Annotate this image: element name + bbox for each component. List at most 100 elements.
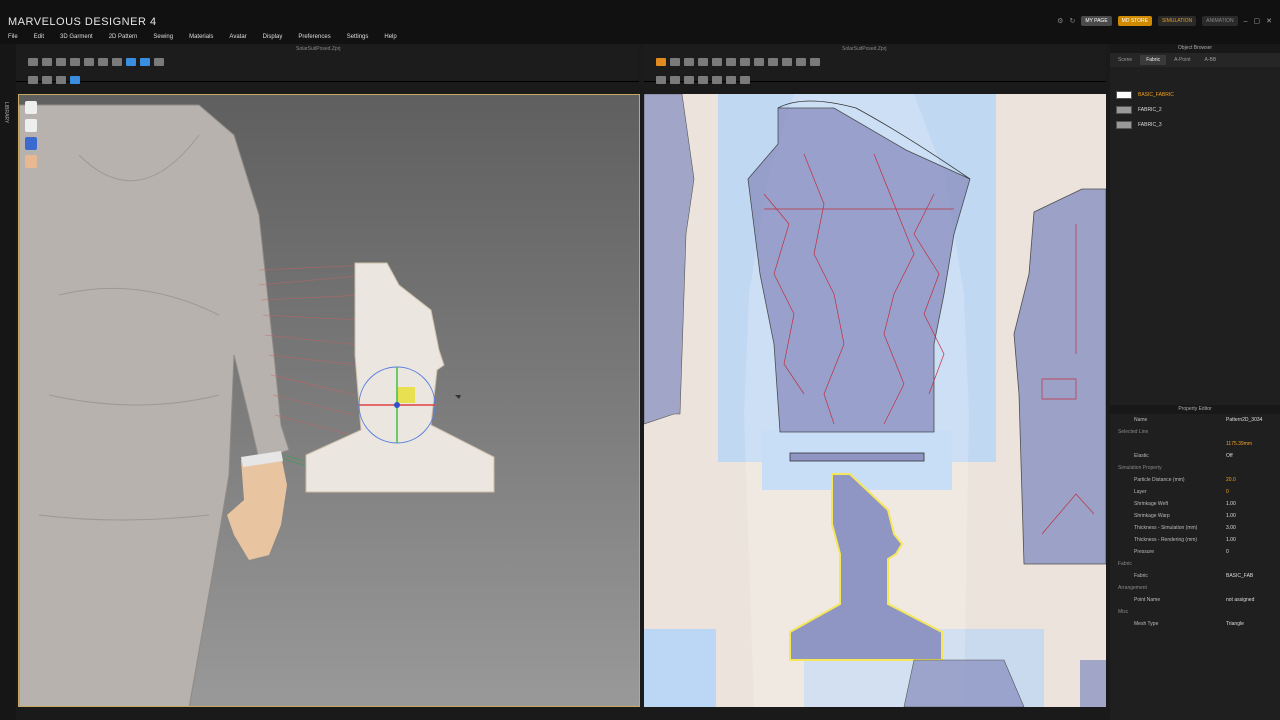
simulate-icon[interactable] xyxy=(656,58,666,66)
menu-materials[interactable]: Materials xyxy=(181,30,221,44)
refresh-icon[interactable]: ↻ xyxy=(1069,17,1075,25)
select-vertex-icon[interactable] xyxy=(56,58,66,66)
thickness-sim-field[interactable]: 3.00 xyxy=(1226,525,1266,531)
prop-thickness-render: Thickness - Rendering (mm) 1.00 xyxy=(1110,534,1280,546)
fabric-item-3[interactable]: FABRIC_3 xyxy=(1116,121,1280,129)
prop-name-value[interactable]: Pattern2D_3034 xyxy=(1226,417,1266,423)
prop-thickness-sim: Thickness - Simulation (mm) 3.00 xyxy=(1110,522,1280,534)
strain-icon[interactable] xyxy=(56,76,66,84)
texture-icon[interactable] xyxy=(70,76,80,84)
avatar-front-icon[interactable] xyxy=(25,101,37,114)
animation-mode-button[interactable]: ANIMATION xyxy=(1202,16,1238,26)
fabric-select[interactable]: BASIC_FAB xyxy=(1226,573,1266,579)
avatar-measure-icon[interactable] xyxy=(126,58,136,66)
fabric-item-2[interactable]: FABRIC_2 xyxy=(1116,106,1280,114)
avatar-side-icon[interactable] xyxy=(25,119,37,132)
edit-pattern-icon[interactable] xyxy=(684,58,694,66)
tab-scene[interactable]: Scene xyxy=(1112,55,1138,65)
rectangle-icon[interactable] xyxy=(740,58,750,66)
transform-pattern-icon[interactable] xyxy=(670,58,680,66)
add-point-icon[interactable] xyxy=(712,58,722,66)
pin-icon[interactable] xyxy=(112,58,122,66)
avatar-skin-icon[interactable] xyxy=(25,155,37,168)
menu-help[interactable]: Help xyxy=(376,30,404,44)
check-sewing-icon[interactable] xyxy=(698,76,708,84)
point-name-select[interactable]: not assigned xyxy=(1226,597,1266,603)
notch-icon[interactable] xyxy=(810,58,820,66)
settings-icon[interactable]: ⚙ xyxy=(1057,17,1063,25)
viewport-2d[interactable] xyxy=(644,94,1106,707)
garment-view-icon[interactable] xyxy=(25,137,37,150)
tab-fabric[interactable]: Fabric xyxy=(1140,55,1167,65)
shrinkage-weft-field[interactable]: 1.00 xyxy=(1226,501,1266,507)
dart-icon[interactable] xyxy=(782,58,792,66)
section-selected-line[interactable]: Selected Line xyxy=(1110,426,1280,438)
my-page-button[interactable]: MY PAGE xyxy=(1081,16,1112,26)
close-icon[interactable]: ✕ xyxy=(1266,17,1272,25)
menu-preferences[interactable]: Preferences xyxy=(290,30,338,44)
free-sewing-icon[interactable] xyxy=(670,76,680,84)
mesh-type-select[interactable]: Triangle xyxy=(1226,621,1266,627)
object-browser-tabs: Scene Fabric A-Point A-BB xyxy=(1110,53,1280,67)
layer-field[interactable]: 0 xyxy=(1226,489,1266,495)
menu-avatar[interactable]: Avatar xyxy=(221,30,254,44)
fabric-name: FABRIC_3 xyxy=(1138,122,1162,128)
draw-icon[interactable] xyxy=(154,58,164,66)
ellipse-icon[interactable] xyxy=(754,58,764,66)
camera-icon[interactable] xyxy=(28,76,38,84)
section-fabric[interactable]: Fabric xyxy=(1110,558,1280,570)
zoom-icon[interactable] xyxy=(740,76,750,84)
tab-a-point[interactable]: A-Point xyxy=(1168,55,1196,65)
polygon-icon[interactable] xyxy=(726,58,736,66)
fabric-item-basic[interactable]: BASIC_FABRIC xyxy=(1116,91,1280,99)
fold-arrangement-icon[interactable] xyxy=(70,58,80,66)
property-editor-title: Property Editor xyxy=(1110,405,1280,414)
section-misc[interactable]: Misc xyxy=(1110,606,1280,618)
menu-display[interactable]: Display xyxy=(255,30,291,44)
select-mesh-icon[interactable] xyxy=(42,58,52,66)
tab-a-bb[interactable]: A-BB xyxy=(1199,55,1223,65)
menu-3d-garment[interactable]: 3D Garment xyxy=(52,30,101,44)
thickness-render-field[interactable]: 1.00 xyxy=(1226,537,1266,543)
shrinkage-warp-field[interactable]: 1.00 xyxy=(1226,513,1266,519)
minimize-icon[interactable]: – xyxy=(1244,18,1248,25)
elastic-toggle[interactable]: Off xyxy=(1226,453,1266,459)
fabric-name: BASIC_FABRIC xyxy=(1138,92,1174,98)
avatar-scene xyxy=(19,104,495,706)
object-browser-title: Object Browser xyxy=(1110,44,1280,53)
section-simulation-property[interactable]: Simulation Property xyxy=(1110,462,1280,474)
texture-edit-icon[interactable] xyxy=(726,76,736,84)
toolbar-3d-row1 xyxy=(28,58,164,66)
select-move-icon[interactable] xyxy=(28,58,38,66)
fold-line-icon[interactable] xyxy=(712,76,722,84)
pressure-field[interactable]: 0 xyxy=(1226,549,1266,555)
avatar-side-icons xyxy=(25,101,37,168)
viewport-3d[interactable] xyxy=(18,94,640,707)
edit-sewing-icon[interactable] xyxy=(684,76,694,84)
trace-icon[interactable] xyxy=(796,58,806,66)
edit-curvature-icon[interactable] xyxy=(698,58,708,66)
md-store-button[interactable]: MD STORE xyxy=(1117,16,1152,26)
tack-icon[interactable] xyxy=(98,58,108,66)
menu-settings[interactable]: Settings xyxy=(339,30,377,44)
section-arrangement[interactable]: Arrangement xyxy=(1110,582,1280,594)
internal-polygon-icon[interactable] xyxy=(768,58,778,66)
right-panel: Object Browser Scene Fabric A-Point A-BB… xyxy=(1110,44,1280,720)
menu-file[interactable]: File xyxy=(0,30,26,44)
maximize-icon[interactable]: ▢ xyxy=(1254,17,1261,25)
fabric-name: FABRIC_2 xyxy=(1138,107,1162,113)
toolbar-2d: SolarSuitPosed.Zprj xyxy=(644,44,1106,84)
menu-edit[interactable]: Edit xyxy=(26,30,52,44)
view-icon[interactable] xyxy=(42,76,52,84)
menu-sewing[interactable]: Sewing xyxy=(145,30,181,44)
simulation-mode-button[interactable]: SIMULATION xyxy=(1157,16,1197,26)
prop-elastic: Elastic Off xyxy=(1110,450,1280,462)
prop-length-value[interactable]: 1175.39mm xyxy=(1226,441,1266,447)
prop-particle-distance: Particle Distance (mm) 20.0 xyxy=(1110,474,1280,486)
arrange-icon[interactable] xyxy=(84,58,94,66)
segment-sewing-icon[interactable] xyxy=(656,76,666,84)
particle-distance-field[interactable]: 20.0 xyxy=(1226,477,1266,483)
menu-2d-pattern[interactable]: 2D Pattern xyxy=(101,30,146,44)
library-strip[interactable]: LIBRARY xyxy=(0,44,16,720)
transform-icon[interactable] xyxy=(140,58,150,66)
